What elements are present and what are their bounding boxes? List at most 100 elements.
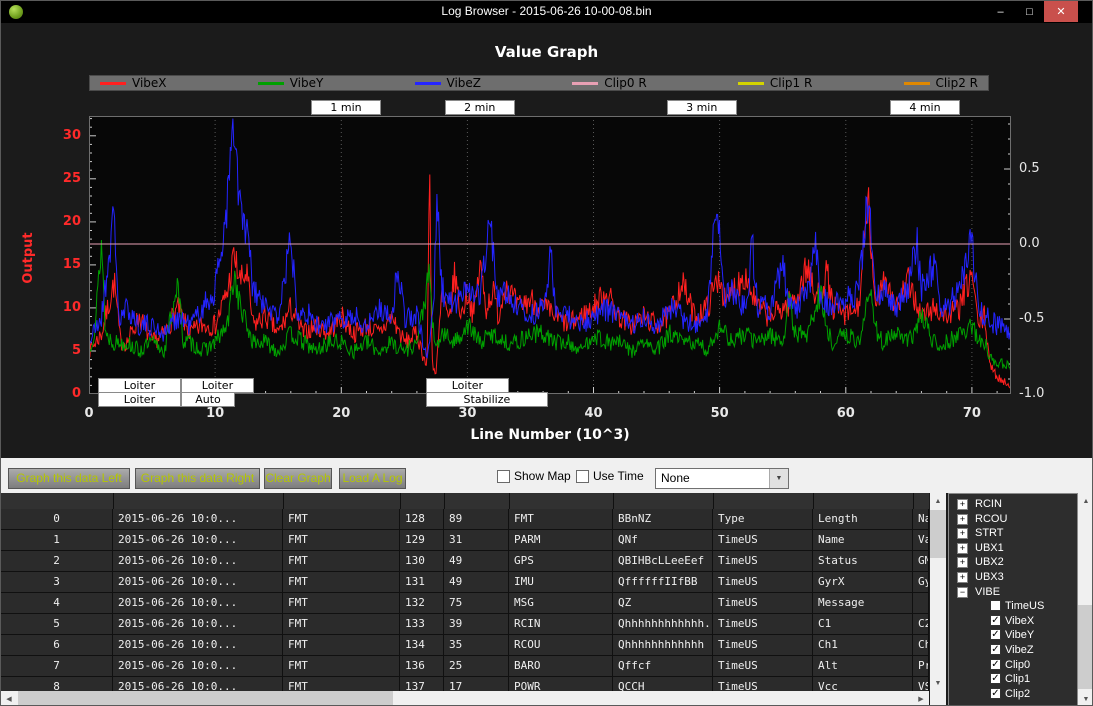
table-cell[interactable]: FMT	[283, 635, 400, 655]
scroll-right-icon[interactable]: ▶	[913, 691, 929, 706]
table-cell[interactable]	[913, 593, 929, 613]
show-map-checkbox[interactable]: Show Map	[497, 469, 571, 483]
table-row[interactable]: 52015-06-26 10:0...FMT13339RCINQhhhhhhhh…	[1, 614, 929, 635]
table-cell[interactable]: 132	[400, 593, 444, 613]
table-cell[interactable]: GM	[913, 551, 929, 571]
tree-item-ubx1[interactable]: +UBX1	[949, 541, 1077, 555]
table-cell[interactable]: TimeUS	[713, 551, 813, 571]
table-cell[interactable]: POWR	[509, 677, 613, 691]
grid-hscroll-thumb[interactable]	[18, 691, 393, 706]
table-cell[interactable]: 2015-06-26 10:0...	[113, 572, 283, 592]
log-grid[interactable]: 02015-06-26 10:0...FMT12889FMTBBnNZTypeL…	[1, 493, 929, 691]
table-cell[interactable]: Message	[813, 593, 913, 613]
table-cell[interactable]: 75	[444, 593, 509, 613]
table-cell[interactable]: FMT	[283, 677, 400, 691]
tree-item-vibey[interactable]: ✓VibeY	[949, 628, 1077, 642]
table-cell[interactable]: TimeUS	[713, 656, 813, 676]
table-cell[interactable]: Qhhhhhhhhhhhh	[613, 635, 713, 655]
row-header-cell[interactable]: 2	[1, 551, 113, 571]
checkbox-icon[interactable]: ✓	[990, 688, 1001, 699]
table-cell[interactable]: Type	[713, 509, 813, 529]
table-cell[interactable]: 129	[400, 530, 444, 550]
row-header-cell[interactable]: 3	[1, 572, 113, 592]
expand-icon[interactable]: +	[957, 514, 968, 525]
expand-icon[interactable]: +	[957, 528, 968, 539]
checkbox-icon[interactable]	[990, 600, 1001, 611]
table-cell[interactable]: TimeUS	[713, 572, 813, 592]
tree-vscroll-thumb[interactable]	[1078, 605, 1093, 689]
table-cell[interactable]: Va	[913, 530, 929, 550]
row-header-cell[interactable]: 6	[1, 635, 113, 655]
table-cell[interactable]: 49	[444, 551, 509, 571]
table-cell[interactable]: GPS	[509, 551, 613, 571]
row-header-cell[interactable]: 4	[1, 593, 113, 613]
tree-item-rcin[interactable]: +RCIN	[949, 497, 1077, 511]
table-cell[interactable]: Pre	[913, 656, 929, 676]
table-cell[interactable]: 89	[444, 509, 509, 529]
use-time-checkbox[interactable]: Use Time	[576, 469, 644, 483]
table-cell[interactable]: VS	[913, 677, 929, 691]
table-row[interactable]: 62015-06-26 10:0...FMT13435RCOUQhhhhhhhh…	[1, 635, 929, 656]
table-cell[interactable]: QZ	[613, 593, 713, 613]
collapse-icon[interactable]: −	[957, 587, 968, 598]
tree-item-clip1[interactable]: ✓Clip1	[949, 672, 1077, 686]
table-cell[interactable]: 128	[400, 509, 444, 529]
table-cell[interactable]: FMT	[283, 530, 400, 550]
tree-item-vibex[interactable]: ✓VibeX	[949, 614, 1077, 628]
row-header-cell[interactable]: 1	[1, 530, 113, 550]
grid-vertical-scrollbar[interactable]: ▲ ▼	[930, 493, 946, 691]
table-cell[interactable]: C1	[813, 614, 913, 634]
row-header-cell[interactable]: 5	[1, 614, 113, 634]
table-cell[interactable]: 49	[444, 572, 509, 592]
tree-item-strt[interactable]: +STRT	[949, 526, 1077, 540]
table-cell[interactable]: 2015-06-26 10:0...	[113, 656, 283, 676]
table-cell[interactable]: 2015-06-26 10:0...	[113, 551, 283, 571]
checkbox-icon[interactable]: ✓	[990, 659, 1001, 670]
grid-vscroll-thumb[interactable]	[930, 510, 946, 558]
load-log-button[interactable]: Load A Log	[339, 468, 406, 489]
table-cell[interactable]: MSG	[509, 593, 613, 613]
table-cell[interactable]: 39	[444, 614, 509, 634]
table-cell[interactable]: 17	[444, 677, 509, 691]
table-cell[interactable]: Na	[913, 509, 929, 529]
table-cell[interactable]: FMT	[509, 509, 613, 529]
minimize-button[interactable]: –	[986, 1, 1015, 22]
table-row[interactable]: 12015-06-26 10:0...FMT12931PARMQNfTimeUS…	[1, 530, 929, 551]
table-cell[interactable]: Qffcf	[613, 656, 713, 676]
table-cell[interactable]: TimeUS	[713, 614, 813, 634]
table-cell[interactable]: 2015-06-26 10:0...	[113, 677, 283, 691]
table-cell[interactable]: 2015-06-26 10:0...	[113, 593, 283, 613]
table-cell[interactable]: Length	[813, 509, 913, 529]
table-row[interactable]: 02015-06-26 10:0...FMT12889FMTBBnNZTypeL…	[1, 509, 929, 530]
table-cell[interactable]: FMT	[283, 572, 400, 592]
table-cell[interactable]: 25	[444, 656, 509, 676]
checkbox-icon[interactable]: ✓	[990, 629, 1001, 640]
scroll-left-icon[interactable]: ◀	[1, 691, 17, 706]
table-cell[interactable]: FMT	[283, 509, 400, 529]
table-row[interactable]: 32015-06-26 10:0...FMT13149IMUQffffffIIf…	[1, 572, 929, 593]
tree-item-clip0[interactable]: ✓Clip0	[949, 658, 1077, 672]
tree-vertical-scrollbar[interactable]: ▲ ▼	[1078, 493, 1093, 706]
table-cell[interactable]: RCOU	[509, 635, 613, 655]
table-cell[interactable]: 134	[400, 635, 444, 655]
expand-icon[interactable]: +	[957, 499, 968, 510]
table-cell[interactable]: RCIN	[509, 614, 613, 634]
table-cell[interactable]: Qhhhhhhhhhhhh...	[613, 614, 713, 634]
table-cell[interactable]: Vcc	[813, 677, 913, 691]
table-cell[interactable]: TimeUS	[713, 677, 813, 691]
scroll-down-icon[interactable]: ▼	[930, 675, 946, 691]
table-cell[interactable]: 136	[400, 656, 444, 676]
table-cell[interactable]: QBIHBcLLeeEef	[613, 551, 713, 571]
table-cell[interactable]: PARM	[509, 530, 613, 550]
tree-item-vibe[interactable]: −VIBE	[949, 585, 1077, 599]
table-cell[interactable]: QffffffIIfBB	[613, 572, 713, 592]
maximize-button[interactable]: □	[1015, 1, 1044, 22]
table-cell[interactable]: BARO	[509, 656, 613, 676]
expand-icon[interactable]: +	[957, 557, 968, 568]
table-cell[interactable]: Status	[813, 551, 913, 571]
table-row[interactable]: 82015-06-26 10:0...FMT13717POWRQCCHTimeU…	[1, 677, 929, 691]
table-cell[interactable]: Ch1	[813, 635, 913, 655]
table-cell[interactable]: Gy	[913, 572, 929, 592]
table-cell[interactable]: FMT	[283, 551, 400, 571]
table-cell[interactable]: 2015-06-26 10:0...	[113, 635, 283, 655]
